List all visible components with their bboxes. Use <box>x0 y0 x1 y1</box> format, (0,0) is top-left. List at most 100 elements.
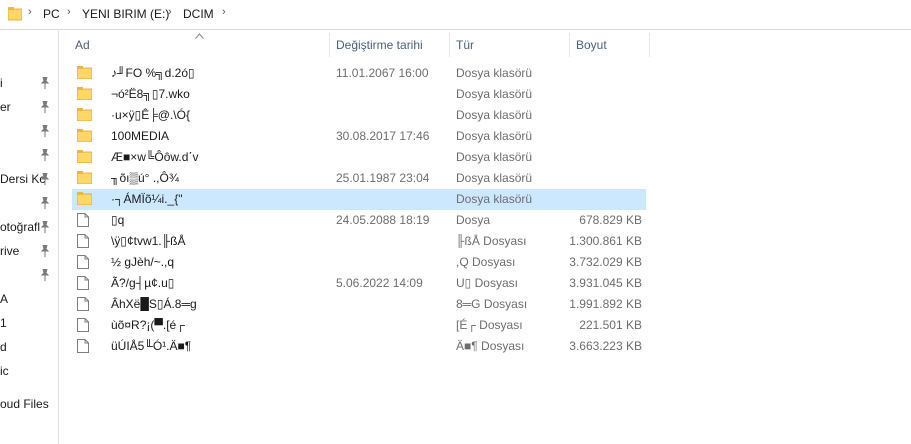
table-row[interactable]: ùõ¤R?¡(▀.[é┌ [É┌ Dosyası 221.501 KB <box>72 315 646 336</box>
file-type: Dosya klasörü <box>456 192 533 206</box>
file-type: [É┌ Dosyası <box>456 318 523 332</box>
table-row[interactable]: ╖õı▒ú° .,Ô¾ 25.01.1987 23:04 Dosya klasörü <box>72 168 646 189</box>
file-type: U▯ Dosyası <box>456 276 518 290</box>
folder-icon <box>8 7 22 21</box>
file-type: Dosya klasörü <box>456 150 533 164</box>
nav-item[interactable]: er <box>0 97 11 117</box>
table-row[interactable]: Æ■×w╚Ôôw.d΄v Dosya klasörü <box>72 147 646 168</box>
file-name: Æ■×w╚Ôôw.d΄v <box>111 150 199 164</box>
file-type: Dosya klasörü <box>456 129 533 143</box>
pin-icon[interactable] <box>40 197 50 209</box>
file-name: ·┐ÁMÏõ¼i._{" <box>111 192 183 206</box>
nav-item[interactable]: otoğrafl <box>0 217 40 237</box>
modified-date: 30.08.2017 17:46 <box>336 129 430 143</box>
nav-item[interactable]: Dersi Kc <box>0 169 45 189</box>
column-header-name[interactable]: Ad <box>75 33 90 57</box>
table-row[interactable]: ¬ó²Ë8╗▯7.wko Dosya klasörü <box>72 84 646 105</box>
pin-icon[interactable] <box>40 101 50 113</box>
file-size: 221.501 KB <box>579 318 642 332</box>
file-name: ¬ó²Ë8╗▯7.wko <box>111 87 190 101</box>
column-header-size[interactable]: Boyut <box>576 33 607 57</box>
file-icon <box>77 339 89 356</box>
chevron-right-icon[interactable]: › <box>67 6 71 18</box>
nav-item[interactable]: A <box>0 289 8 309</box>
file-icon <box>77 234 89 251</box>
file-type: ╟ßÅ Dosyası <box>456 234 527 248</box>
pin-icon[interactable] <box>40 269 50 281</box>
file-type: ,Q Dosyası <box>456 255 516 269</box>
file-size: 3.732.029 KB <box>569 255 642 269</box>
address-bar[interactable]: › PC › YENI BIRIM (E:) › DCIM › <box>0 0 911 30</box>
file-name: ÂhXë█S▯Á.8═g <box>111 297 197 311</box>
nav-item[interactable]: ic <box>0 361 9 381</box>
file-type: Dosya klasörü <box>456 66 533 80</box>
folder-icon <box>76 66 93 82</box>
column-divider[interactable] <box>449 33 450 57</box>
file-name: ùõ¤R?¡(▀.[é┌ <box>111 318 185 332</box>
chevron-right-icon[interactable]: › <box>168 6 172 18</box>
folder-icon <box>76 87 93 103</box>
file-type: Dosya klasörü <box>456 87 533 101</box>
folder-icon <box>76 129 93 145</box>
table-row[interactable]: 100MEDIA 30.08.2017 17:46 Dosya klasörü <box>72 126 646 147</box>
file-icon <box>77 213 89 230</box>
column-divider[interactable] <box>329 33 330 57</box>
file-type: Ä■¶ Dosyası <box>456 339 525 353</box>
folder-icon <box>76 150 93 166</box>
column-divider[interactable] <box>649 33 650 57</box>
file-name: üÚIÅ5╙Ó¹.Ä■¶ <box>111 339 192 353</box>
pin-icon[interactable] <box>40 221 50 233</box>
table-row[interactable]: ·u×ÿ▯Ê╞@.\Ó{ Dosya klasörü <box>72 105 646 126</box>
file-type: Dosya klasörü <box>456 108 533 122</box>
file-size: 3.931.045 KB <box>569 276 642 290</box>
table-row[interactable]: ·┐ÁMÏõ¼i._{" Dosya klasörü <box>72 189 646 210</box>
nav-item[interactable]: oud Files <box>0 394 49 414</box>
file-size: 3.663.223 KB <box>569 339 642 353</box>
file-name: ♪╜FO %╗d.2ó▯ <box>111 66 195 80</box>
file-icon <box>77 318 89 335</box>
folder-icon <box>76 108 93 124</box>
pin-icon[interactable] <box>40 125 50 137</box>
file-name: ╖õı▒ú° .,Ô¾ <box>111 171 179 185</box>
nav-item[interactable]: d <box>0 337 7 357</box>
modified-date: 11.01.2067 16:00 <box>336 66 429 80</box>
table-row[interactable]: ▯q 24.05.2088 18:19 Dosya 678.829 KB <box>72 210 646 231</box>
table-row[interactable]: üÚIÅ5╙Ó¹.Ä■¶ Ä■¶ Dosyası 3.663.223 KB <box>72 336 646 357</box>
file-size: 678.829 KB <box>579 213 642 227</box>
file-icon <box>77 255 89 272</box>
modified-date: 5.06.2022 14:09 <box>336 276 423 290</box>
folder-icon <box>76 192 93 208</box>
breadcrumb-dcim[interactable]: DCIM <box>183 7 214 21</box>
file-name: ·u×ÿ▯Ê╞@.\Ó{ <box>111 108 190 122</box>
nav-item[interactable]: rive <box>0 241 19 261</box>
file-name: \ÿ▯¢tvw1.╟ßÅ <box>111 234 186 248</box>
file-icon <box>77 276 89 293</box>
nav-item[interactable]: 1 <box>0 313 7 333</box>
file-name: Ã?/g┤µ¢.u▯ <box>111 276 175 290</box>
pin-icon[interactable] <box>40 173 50 185</box>
table-row[interactable]: Ã?/g┤µ¢.u▯ 5.06.2022 14:09 U▯ Dosyası 3.931… <box>72 273 646 294</box>
file-name: ½ gJèh/~.,q <box>111 255 175 269</box>
chevron-right-icon[interactable]: › <box>28 6 32 18</box>
file-name: ▯q <box>111 213 125 227</box>
pin-icon[interactable] <box>40 77 50 89</box>
breadcrumb-drive[interactable]: YENI BIRIM (E:) <box>82 7 169 21</box>
file-name: 100MEDIA <box>111 129 170 143</box>
chevron-right-icon[interactable]: › <box>222 6 226 18</box>
pin-icon[interactable] <box>40 245 50 257</box>
pin-icon[interactable] <box>40 149 50 161</box>
folder-icon <box>76 171 93 187</box>
table-row[interactable]: \ÿ▯¢tvw1.╟ßÅ ╟ßÅ Dosyası 1.300.861 KB <box>72 231 646 252</box>
file-type: 8═G Dosyası <box>456 297 528 311</box>
column-divider[interactable] <box>569 33 570 57</box>
table-row[interactable]: ÂhXë█S▯Á.8═g 8═G Dosyası 1.991.892 KB <box>72 294 646 315</box>
modified-date: 25.01.1987 23:04 <box>336 171 430 185</box>
navigation-pane[interactable]: i er Dersi Kc otoğrafl rive A 1 d ic oud… <box>0 29 59 444</box>
table-row[interactable]: ♪╜FO %╗d.2ó▯ 11.01.2067 16:00 Dosya klasör… <box>72 63 646 84</box>
nav-item[interactable]: i <box>0 73 3 93</box>
table-row[interactable]: ½ gJèh/~.,q ,Q Dosyası 3.732.029 KB <box>72 252 646 273</box>
file-size: 1.300.861 KB <box>569 234 642 248</box>
column-header-type[interactable]: Tür <box>456 33 474 57</box>
breadcrumb-pc[interactable]: PC <box>43 7 60 21</box>
column-header-date[interactable]: Değiştirme tarihi <box>336 33 423 57</box>
